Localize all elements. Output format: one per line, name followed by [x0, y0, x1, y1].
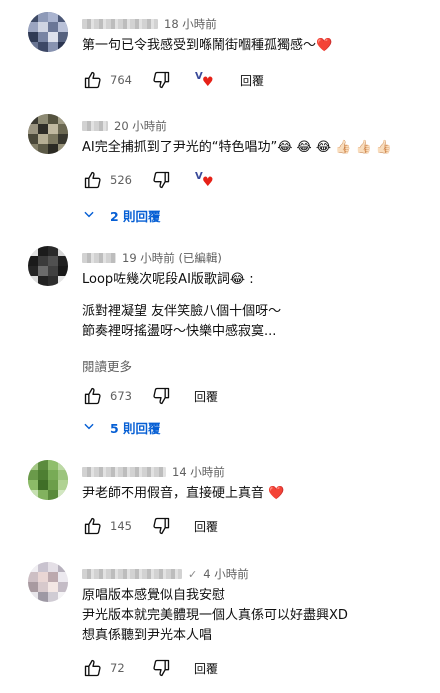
like-count: 145: [110, 519, 132, 533]
like-count: 72: [110, 661, 125, 675]
comment-meta: 19 小時前 (已編輯): [82, 250, 222, 266]
avatar[interactable]: [28, 562, 68, 602]
thumbs-up-icon[interactable]: [82, 515, 104, 537]
username[interactable]: [82, 253, 116, 263]
reply-button[interactable]: 回覆: [194, 388, 218, 405]
thumbs-up-icon[interactable]: [82, 169, 104, 191]
thumbs-down-icon[interactable]: [150, 657, 172, 679]
comment-text: 尹老師不用假音，直接硬上真音 ❤️: [82, 486, 285, 501]
creator-heart-icon: V ♥: [195, 171, 214, 190]
action-bar: 72 回覆: [82, 656, 218, 680]
comment-text: Loop咗幾次呢段AI版歌詞😂 : 派對裡凝望 友伴笑臉八個十個呀～ 節奏裡呀搖…: [82, 272, 282, 339]
thumbs-down-icon[interactable]: [150, 69, 172, 91]
replies-label: 5 則回覆: [110, 420, 161, 436]
like-count: 673: [110, 389, 132, 403]
thumbs-up-icon[interactable]: [82, 69, 104, 91]
comment-text: 原唱版本感覺似自我安慰 尹光版本就完美體現一個人真係可以好盡興XD 想真係聽到尹…: [82, 588, 348, 643]
view-replies-button[interactable]: 2 則回覆: [82, 202, 161, 228]
chevron-down-icon: [82, 207, 96, 224]
creator-heart-icon: V ♥: [195, 71, 214, 90]
avatar[interactable]: [28, 246, 68, 286]
thumbs-up-icon[interactable]: [82, 385, 104, 407]
timestamp[interactable]: 20 小時前: [114, 118, 167, 134]
verified-check-icon: ✓: [188, 567, 198, 581]
chevron-down-icon: [82, 419, 96, 436]
action-bar: 764 V ♥ 回覆: [82, 68, 264, 92]
avatar[interactable]: [28, 460, 68, 500]
thumbs-down-icon[interactable]: [150, 515, 172, 537]
action-bar: 145 回覆: [82, 514, 218, 538]
like-count: 526: [110, 173, 132, 187]
avatar[interactable]: [28, 114, 68, 154]
username[interactable]: [82, 19, 158, 29]
comment-text: 第一句已令我感受到喺鬧街嗰種孤獨感～❤️: [82, 38, 333, 53]
replies-label: 2 則回覆: [110, 208, 161, 224]
username[interactable]: [82, 569, 182, 579]
view-replies-button[interactable]: 5 則回覆: [82, 414, 161, 440]
thumbs-down-icon[interactable]: [150, 385, 172, 407]
reply-button[interactable]: 回覆: [240, 72, 264, 89]
thumbs-down-icon[interactable]: [150, 169, 172, 191]
timestamp[interactable]: 18 小時前: [164, 16, 217, 32]
comment-meta: 18 小時前: [82, 16, 217, 32]
timestamp[interactable]: 14 小時前: [172, 464, 225, 480]
comment-meta: 14 小時前: [82, 464, 225, 480]
like-count: 764: [110, 73, 132, 87]
username[interactable]: [82, 467, 166, 477]
avatar[interactable]: [28, 12, 68, 52]
timestamp[interactable]: 19 小時前 (已編輯): [122, 250, 222, 266]
thumbs-up-icon[interactable]: [82, 657, 104, 679]
comment-text: AI完全捕抓到了尹光的“特色唱功”😂 😂 😂 👍🏻 👍🏻 👍🏻: [82, 140, 392, 155]
action-bar: 526 V ♥: [82, 168, 218, 192]
reply-button[interactable]: 回覆: [194, 518, 218, 535]
action-bar: 673 回覆: [82, 384, 218, 408]
comment-meta: ✓ 4 小時前: [82, 566, 249, 582]
timestamp[interactable]: 4 小時前: [203, 566, 248, 582]
read-more-link[interactable]: 閱讀更多: [82, 356, 132, 375]
reply-button[interactable]: 回覆: [194, 660, 218, 677]
comment-meta: 20 小時前: [82, 118, 167, 134]
username[interactable]: [82, 121, 108, 131]
